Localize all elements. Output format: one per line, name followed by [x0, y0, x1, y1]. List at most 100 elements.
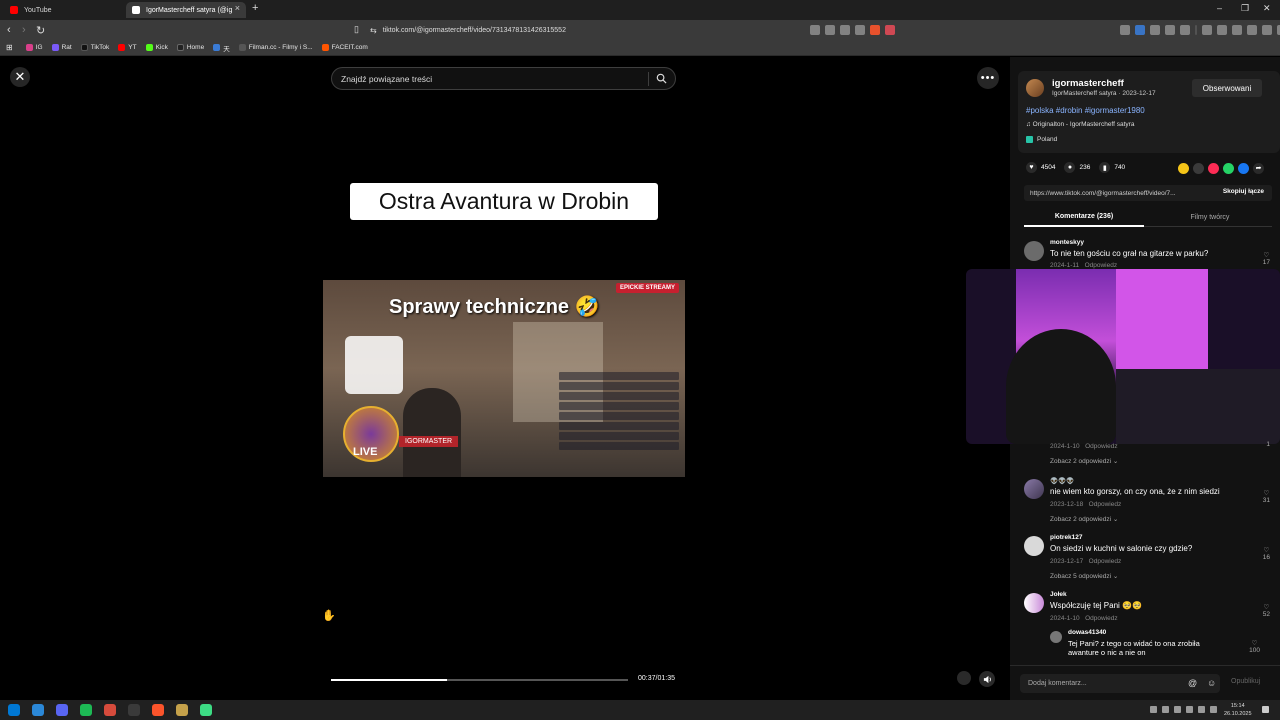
comment-button[interactable]: ● 236 [1064, 162, 1090, 173]
cast-icon[interactable] [825, 25, 835, 35]
spotify-icon[interactable] [80, 704, 92, 716]
avatar[interactable] [1024, 593, 1044, 613]
share-send-icon[interactable] [1208, 163, 1219, 174]
follow-button[interactable]: Obserwowani [1192, 79, 1262, 97]
post-comment-button[interactable]: Opublikuj [1231, 678, 1260, 685]
tab-creator-videos[interactable]: Filmy twórcy [1148, 207, 1272, 227]
bookmark-kick[interactable]: Kick [145, 44, 168, 51]
comment-like[interactable]: ♡ 17 [1263, 251, 1270, 266]
reply-button[interactable]: Odpowiedz [1085, 615, 1118, 622]
copy-link-button[interactable]: Skopiuj łącze [1223, 188, 1264, 195]
view-replies-button[interactable]: Zobacz 2 odpowiedzi ⌄ [1050, 457, 1118, 465]
search-icon[interactable] [656, 73, 667, 86]
volume-tray-icon[interactable] [1210, 706, 1217, 713]
media-icon[interactable] [1202, 25, 1212, 35]
extensions-puzzle-icon[interactable] [1180, 25, 1190, 35]
view-replies-button[interactable]: Zobacz 5 odpowiedzi ⌄ [1050, 572, 1118, 580]
location-tag[interactable]: Poland [1026, 136, 1057, 143]
notifications-icon[interactable] [1262, 706, 1269, 713]
taskbar-app-icon[interactable] [200, 704, 212, 716]
emoji-icon[interactable]: ☺ [1207, 678, 1216, 688]
forward-icon[interactable]: › [22, 24, 26, 36]
bookmark-rat[interactable]: Rat [51, 44, 72, 51]
creator-name[interactable]: igormastercheff [1052, 78, 1124, 89]
taskbar-app-icon[interactable] [104, 704, 116, 716]
comment-username[interactable]: Jołek [1050, 591, 1067, 598]
share-embed-icon[interactable] [1193, 163, 1204, 174]
system-clock[interactable]: 15:14 26.10.2025 [1224, 702, 1252, 718]
leo-icon[interactable] [1247, 25, 1257, 35]
like-button[interactable]: ♥ 4504 [1026, 162, 1055, 173]
taskbar-app-icon[interactable] [128, 704, 140, 716]
avatar[interactable] [1024, 241, 1044, 261]
comment-username[interactable]: piotrek127 [1050, 534, 1083, 541]
sound-link[interactable]: ♫ Originalton - IgorMastercheff satyra [1026, 121, 1134, 128]
tab-youtube[interactable]: YouTube [4, 2, 124, 18]
tab-tiktok[interactable]: IgorMastercheff satyra (@ig × [126, 2, 246, 18]
minimize-button[interactable]: – [1217, 3, 1222, 13]
video-progress-bar[interactable] [331, 679, 628, 681]
volume-icon[interactable] [979, 671, 995, 687]
reply-button[interactable]: Odpowiedz [1089, 501, 1122, 508]
brave-shield-icon[interactable] [870, 25, 880, 35]
bookmark-yt[interactable]: YT [118, 44, 137, 51]
related-search-input[interactable]: Znajdź powiązane treści [331, 67, 676, 90]
tab-comments[interactable]: Komentarze (236) [1024, 207, 1144, 227]
bookmark-filman[interactable]: Filman.cc - Filmy i S... [238, 44, 313, 51]
vpn-icon[interactable] [1262, 25, 1272, 35]
tray-chevron-icon[interactable] [1150, 706, 1157, 713]
wifi-icon[interactable] [1198, 706, 1205, 713]
wallet-icon[interactable] [1232, 25, 1242, 35]
extension-icon[interactable] [1120, 25, 1130, 35]
comment-like[interactable]: ♡ 52 [1263, 603, 1270, 618]
tray-icon[interactable] [1174, 706, 1181, 713]
close-window-button[interactable]: ✕ [1263, 3, 1271, 14]
brave-rewards-icon[interactable] [885, 25, 895, 35]
close-tab-icon[interactable]: × [235, 3, 240, 13]
extension-icon[interactable] [1150, 25, 1160, 35]
avatar[interactable] [1024, 479, 1044, 499]
apps-grid-icon[interactable]: ⊞ [6, 43, 13, 52]
brave-icon[interactable] [152, 704, 164, 716]
start-icon[interactable] [8, 704, 20, 716]
reload-icon[interactable]: ↻ [36, 24, 45, 37]
tray-icon[interactable] [1186, 706, 1193, 713]
bookmark-ig[interactable]: IG [25, 44, 43, 51]
translate-icon[interactable] [810, 25, 820, 35]
font-icon[interactable] [840, 25, 850, 35]
mention-icon[interactable]: @ [1188, 678, 1197, 688]
extension-icon[interactable] [1135, 25, 1145, 35]
sidebar-icon[interactable] [1217, 25, 1227, 35]
discord-icon[interactable] [56, 704, 68, 716]
share-repost-icon[interactable] [1178, 163, 1189, 174]
comment-like[interactable]: ♡ 16 [1263, 546, 1270, 561]
share-page-icon[interactable] [855, 25, 865, 35]
view-replies-button[interactable]: Zobacz 2 odpowiedzi ⌄ [1050, 515, 1118, 523]
share-whatsapp-icon[interactable] [1223, 163, 1234, 174]
save-button[interactable]: ▮ 740 [1099, 162, 1125, 173]
avatar[interactable] [1024, 536, 1044, 556]
site-info-icon[interactable]: ⇆ [370, 26, 377, 35]
creator-avatar[interactable] [1026, 79, 1044, 97]
new-tab-button[interactable]: + [252, 2, 258, 14]
avatar[interactable] [1050, 631, 1062, 643]
hashtags[interactable]: #polska #drobin #igormaster1980 [1026, 106, 1145, 115]
maximize-button[interactable]: ❐ [1241, 3, 1249, 14]
back-icon[interactable]: ‹ [7, 24, 11, 36]
comment-username[interactable]: monteskyy [1050, 239, 1084, 246]
share-facebook-icon[interactable] [1238, 163, 1249, 174]
comment-username[interactable]: dowas41340 [1068, 629, 1106, 636]
comment-like[interactable]: ♡ 100 [1249, 639, 1260, 654]
mini-player-icon[interactable] [957, 671, 971, 685]
bookmark-tiktok[interactable]: TikTok [80, 44, 109, 51]
tray-icon[interactable] [1162, 706, 1169, 713]
more-options-button[interactable]: ••• [977, 67, 999, 89]
reply-button[interactable]: Odpowiedz [1089, 558, 1122, 565]
bookmark-icon[interactable]: ▯ [354, 24, 359, 35]
close-video-button[interactable]: ✕ [10, 67, 30, 87]
taskbar-app-icon[interactable] [176, 704, 188, 716]
share-more-icon[interactable]: ➦ [1253, 163, 1264, 174]
reply-button[interactable]: Odpowiedz [1085, 443, 1118, 450]
taskbar-app-icon[interactable] [32, 704, 44, 716]
bookmark-faceit[interactable]: FACEIT.com [321, 44, 368, 51]
